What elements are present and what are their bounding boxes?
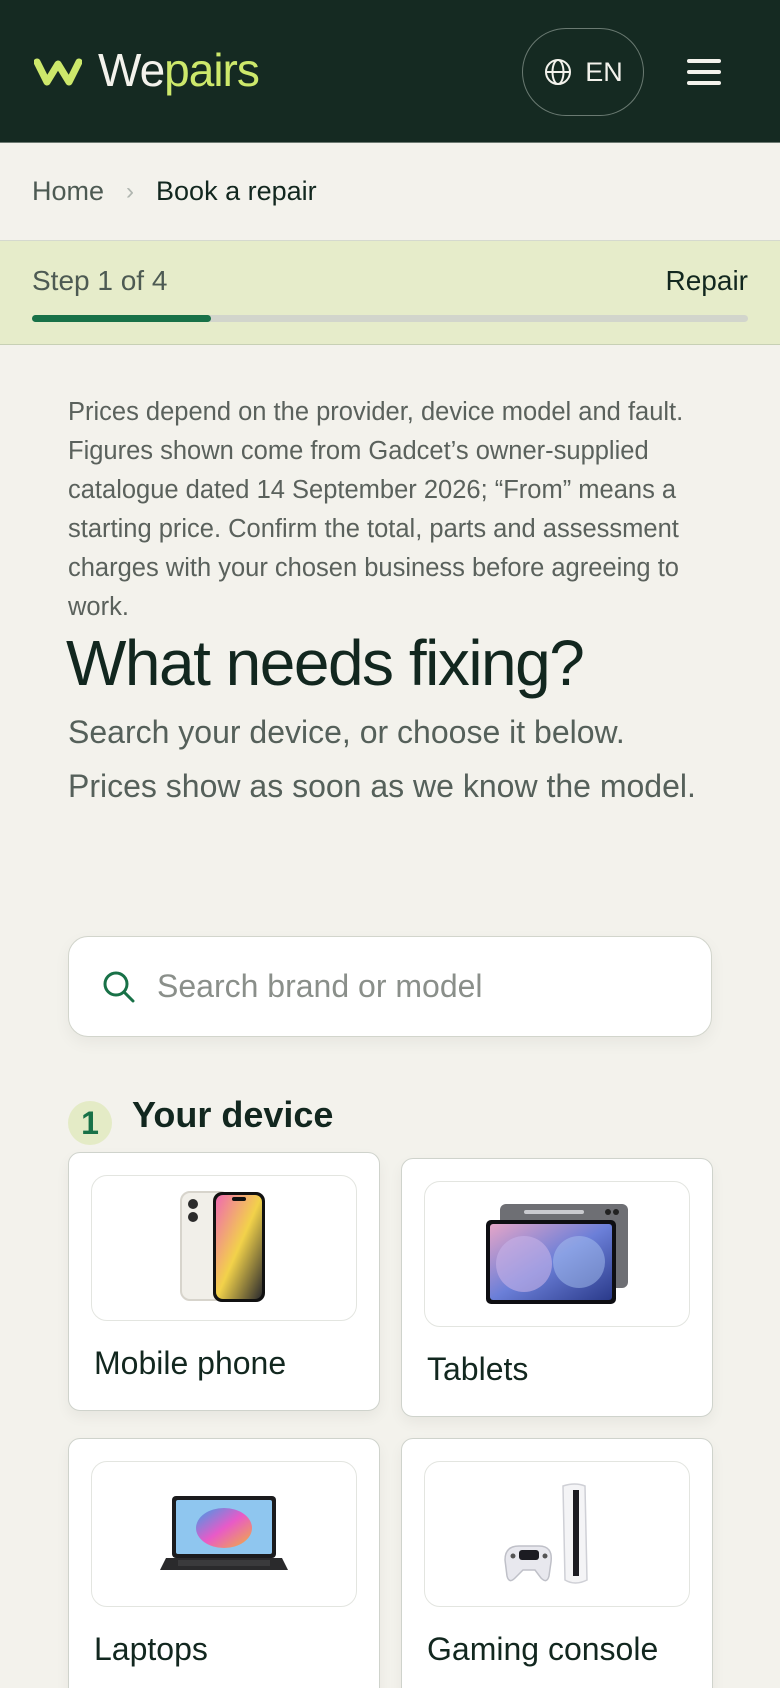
section-title: Your device xyxy=(132,1094,334,1135)
progress-fill xyxy=(32,315,211,322)
step-number-badge: 1 xyxy=(68,1101,112,1145)
page-subtitle: Search your device, or choose it below. … xyxy=(68,714,696,804)
gaming-console-image xyxy=(424,1461,690,1607)
step-progress-bar: Step 1 of 4 Repair xyxy=(0,241,780,345)
mobile-phone-image xyxy=(91,1175,357,1321)
device-label: Gaming console xyxy=(427,1631,659,1667)
wepairs-logo[interactable]: Wepairs xyxy=(34,44,260,96)
page-title: What needs fixing? xyxy=(66,627,585,699)
laptop-icon xyxy=(160,1496,288,1570)
globe-icon xyxy=(545,59,572,85)
search-icon xyxy=(103,971,135,1002)
tablet-image xyxy=(424,1181,690,1327)
breadcrumb-home-link[interactable]: Home xyxy=(32,176,104,207)
gaming-console-icon xyxy=(504,1483,588,1584)
device-card-gaming-console[interactable]: Gaming console xyxy=(401,1438,713,1688)
device-card-laptops[interactable]: Laptops xyxy=(68,1438,380,1688)
device-card-tablets[interactable]: Tablets xyxy=(401,1158,713,1417)
pricing-notice: Prices depend on the provider, device mo… xyxy=(68,398,684,621)
hamburger-menu-icon[interactable] xyxy=(682,54,726,90)
language-button[interactable]: EN xyxy=(522,28,644,116)
breadcrumb-current: Book a repair xyxy=(156,176,317,206)
laptop-image xyxy=(91,1461,357,1607)
progress-track xyxy=(32,315,748,322)
top-header: Wepairs EN xyxy=(0,0,780,143)
device-label: Tablets xyxy=(427,1351,529,1387)
breadcrumb: Home › Book a repair xyxy=(0,143,780,241)
mobile-phone-icon xyxy=(180,1191,265,1302)
chevron-right-icon: › xyxy=(126,177,135,205)
device-card-mobile-phone[interactable]: Mobile phone xyxy=(68,1152,380,1411)
logo-wordmark: Wepairs xyxy=(98,44,260,96)
search-input[interactable]: Search brand or model xyxy=(68,936,712,1037)
device-label: Mobile phone xyxy=(94,1345,287,1381)
logo-we: We xyxy=(98,44,165,96)
search-placeholder: Search brand or model xyxy=(157,968,483,1004)
logo-pairs: pairs xyxy=(164,44,260,96)
language-label: EN xyxy=(585,56,623,87)
logo-w-icon xyxy=(34,58,82,86)
step-label: Repair xyxy=(665,265,748,296)
step-counter: Step 1 of 4 xyxy=(32,265,168,296)
device-label: Laptops xyxy=(94,1631,208,1667)
tablet-icon xyxy=(486,1204,628,1304)
your-device-heading: 1 Your device xyxy=(68,1085,333,1145)
